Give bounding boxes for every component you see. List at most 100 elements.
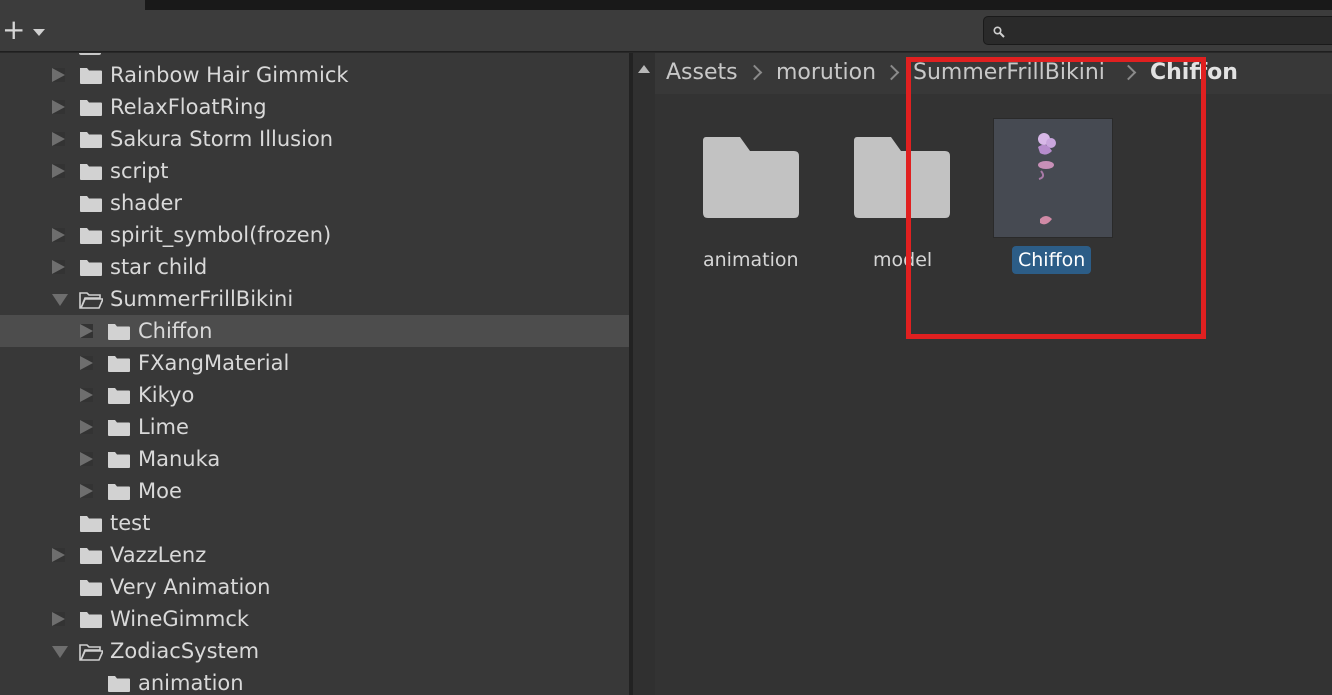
tree-item-label: spirit_symbol(frozen) (110, 223, 332, 247)
folder-icon (80, 68, 102, 84)
triangle-down-icon[interactable] (52, 646, 68, 658)
tree-item[interactable]: spirit_symbol(frozen) (0, 219, 629, 251)
breadcrumb-separator-icon (746, 64, 763, 81)
triangle-right-icon[interactable] (52, 132, 65, 146)
tab-project[interactable] (0, 0, 145, 10)
folder-icon (854, 137, 950, 218)
breadcrumb-separator-icon (883, 64, 900, 81)
triangle-right-icon[interactable] (52, 228, 65, 242)
folder-icon (108, 452, 130, 468)
tree-item[interactable]: Chiffon (0, 315, 629, 347)
tree-item[interactable]: Rainbow Hair Gimmick (0, 59, 629, 91)
project-toolbar: + (0, 10, 1332, 52)
tree-item-label: test (110, 511, 151, 535)
folder-icon (80, 228, 102, 244)
window-tab-strip (0, 0, 1332, 10)
tree-scrollbar[interactable] (633, 53, 655, 695)
tree-item-label: FXangMaterial (138, 351, 290, 375)
tab-console[interactable] (150, 0, 310, 10)
folder-open-icon (79, 292, 103, 309)
search-box[interactable] (983, 16, 1332, 45)
folder-icon (108, 324, 130, 340)
tree-item[interactable]: FXangMaterial (0, 347, 629, 379)
triangle-right-icon[interactable] (52, 260, 65, 274)
tree-item[interactable]: star child (0, 251, 629, 283)
triangle-right-icon[interactable] (80, 324, 93, 338)
tree-item-label: star child (110, 255, 208, 279)
tree-item[interactable]: Very Animation (0, 571, 629, 603)
breadcrumb-separator-icon (1120, 64, 1137, 81)
breadcrumb-morution[interactable]: morution (776, 60, 876, 86)
bikini-preview-icon (1038, 133, 1056, 225)
tree-item-label: VazzLenz (110, 543, 207, 567)
tree-item[interactable]: ZodiacSystem (0, 635, 629, 667)
tree-item[interactable]: Manuka (0, 443, 629, 475)
tree-item[interactable]: shader (0, 187, 629, 219)
tree-item[interactable]: Moe (0, 475, 629, 507)
folder-icon (108, 388, 130, 404)
tree-item[interactable]: animation (0, 667, 629, 695)
folder-icon (108, 420, 130, 436)
asset-folder-animation[interactable]: animation (695, 105, 805, 285)
plus-icon: + (2, 13, 26, 46)
create-asset-button[interactable]: + (0, 16, 52, 46)
dropdown-caret-icon (33, 29, 45, 36)
tree-item-label: Rainbow Hair Gimmick (110, 63, 349, 87)
folder-open-icon (79, 644, 103, 661)
triangle-down-icon[interactable] (52, 294, 68, 306)
tree-item[interactable]: RelaxFloatRing (0, 91, 629, 123)
tree-item-label: WineGimmck (110, 607, 250, 631)
folder-icon (80, 100, 102, 116)
folder-icon (80, 196, 102, 212)
tree-item-label: Lime (138, 415, 189, 439)
triangle-right-icon[interactable] (52, 100, 65, 114)
folder-icon (80, 260, 102, 276)
breadcrumb-assets[interactable]: Assets (666, 60, 738, 86)
asset-label: model (873, 249, 933, 271)
tree-item-label: animation (138, 671, 244, 695)
tab-animation[interactable] (315, 0, 495, 10)
tree-item[interactable]: script (0, 155, 629, 187)
tree-item-label: Kikyo (138, 383, 195, 407)
folder-icon (80, 612, 102, 628)
tree-item[interactable]: Kikyo (0, 379, 629, 411)
triangle-right-icon[interactable] (52, 548, 65, 562)
tab-animator[interactable] (500, 0, 700, 10)
triangle-right-icon[interactable] (52, 68, 65, 82)
breadcrumb-summerfrillbikini[interactable]: SummerFrillBikini (913, 60, 1105, 86)
asset-folder-model[interactable]: model (847, 105, 957, 285)
tree-item-label: Moe (138, 479, 182, 503)
asset-browser-panel[interactable]: Assets morution SummerFrillBikini Chiffo… (655, 53, 1332, 695)
tree-item-label: ZodiacSystem (110, 639, 260, 663)
tree-item[interactable]: WineGimmck (0, 603, 629, 635)
triangle-right-icon[interactable] (80, 420, 93, 434)
asset-prefab-chiffon-thumbnail[interactable] (993, 118, 1113, 238)
scroll-up-arrow-icon[interactable] (638, 65, 650, 73)
tree-item-label: SummerFrillBikini (110, 287, 294, 311)
tree-item-label: Chiffon (138, 319, 213, 343)
tree-item-label: RelaxFloatRing (110, 95, 267, 119)
tree-item-label: Very Animation (110, 575, 271, 599)
folder-icon (80, 164, 102, 180)
asset-label-selected[interactable]: Chiffon (1012, 246, 1092, 274)
folder-icon (108, 356, 130, 372)
tree-item[interactable]: SummerFrillBikini (0, 283, 629, 315)
tree-item-label: Manuka (138, 447, 221, 471)
tree-item[interactable]: Sakura Storm Illusion (0, 123, 629, 155)
folder-icon (80, 580, 102, 596)
search-input[interactable] (1008, 20, 1332, 42)
triangle-right-icon[interactable] (52, 612, 65, 626)
folder-icon (79, 53, 101, 55)
folder-icon (108, 676, 130, 692)
folder-icon (703, 137, 799, 218)
triangle-right-icon[interactable] (52, 164, 65, 178)
triangle-right-icon[interactable] (80, 452, 93, 466)
tree-item[interactable]: Lime (0, 411, 629, 443)
triangle-right-icon[interactable] (80, 356, 93, 370)
tree-item[interactable]: VazzLenz (0, 539, 629, 571)
breadcrumb-chiffon[interactable]: Chiffon (1150, 60, 1238, 86)
triangle-right-icon[interactable] (80, 388, 93, 402)
triangle-right-icon[interactable] (80, 484, 93, 498)
folder-tree-panel[interactable]: Rainbow Hair Gimmick RelaxFloatRing Sakura… (0, 53, 629, 695)
tree-item[interactable]: test (0, 507, 629, 539)
